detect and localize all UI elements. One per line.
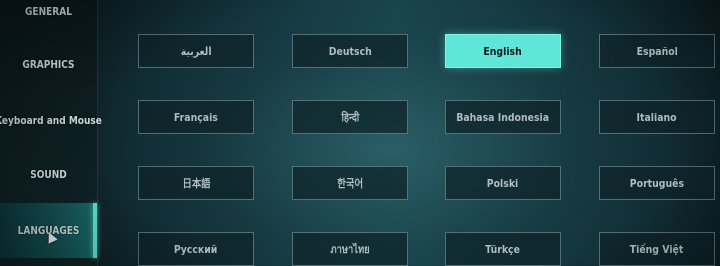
language-label: Español	[636, 44, 678, 58]
language-option-korean[interactable]: 한국어	[292, 166, 408, 200]
language-option-hindi[interactable]: हिन्दी	[292, 100, 408, 134]
language-option-turkce[interactable]: Türkçe	[445, 232, 561, 266]
language-option-vietnamese[interactable]: Tiếng Việt	[599, 232, 715, 266]
sidebar-item-graphics[interactable]: GRAPHICS	[9, 37, 89, 91]
language-option-english[interactable]: English	[445, 34, 561, 68]
language-option-deutsch[interactable]: Deutsch	[292, 34, 408, 68]
language-label: Português	[629, 176, 685, 190]
language-option-francais[interactable]: Français	[138, 100, 254, 134]
language-option-espanol[interactable]: Español	[599, 34, 715, 68]
language-label: Italiano	[636, 110, 678, 124]
language-label: Türkçe	[485, 242, 521, 256]
language-label: العربية	[180, 44, 212, 58]
language-option-italiano[interactable]: Italiano	[599, 100, 715, 134]
language-option-portugues[interactable]: Português	[599, 166, 715, 200]
language-option-arabic[interactable]: العربية	[138, 34, 254, 68]
language-option-bahasa-indonesia[interactable]: Bahasa Indonesia	[445, 100, 561, 134]
language-label: English	[483, 44, 523, 58]
language-label: 日本語	[181, 177, 211, 190]
language-label: ภาษาไทย	[330, 243, 370, 256]
sidebar-item-keyboard-and-mouse[interactable]: Keyboard and Mouse	[0, 93, 102, 147]
language-label: 한국어	[337, 177, 363, 190]
sidebar-active-indicator	[93, 203, 97, 258]
language-label: हिन्दी	[341, 110, 359, 124]
language-label: Deutsch	[328, 44, 372, 58]
language-label: Français	[173, 110, 218, 124]
language-label: Bahasa Indonesia	[456, 110, 550, 124]
language-label: Tiếng Việt	[630, 242, 684, 256]
language-option-polski[interactable]: Polski	[445, 166, 561, 200]
language-option-thai[interactable]: ภาษาไทย	[292, 232, 408, 266]
language-label: Русский	[174, 242, 218, 256]
language-option-russian[interactable]: Русский	[138, 232, 254, 266]
sidebar-item-languages[interactable]: LANGUAGES	[9, 203, 89, 257]
sidebar-item-sound[interactable]: SOUND	[9, 147, 89, 201]
sidebar-item-general[interactable]: GENERAL	[9, 0, 89, 38]
language-option-japanese[interactable]: 日本語	[138, 166, 254, 200]
settings-screen: GENERAL GRAPHICS Keyboard and Mouse SOUN…	[0, 0, 720, 266]
language-label: Polski	[487, 176, 519, 190]
